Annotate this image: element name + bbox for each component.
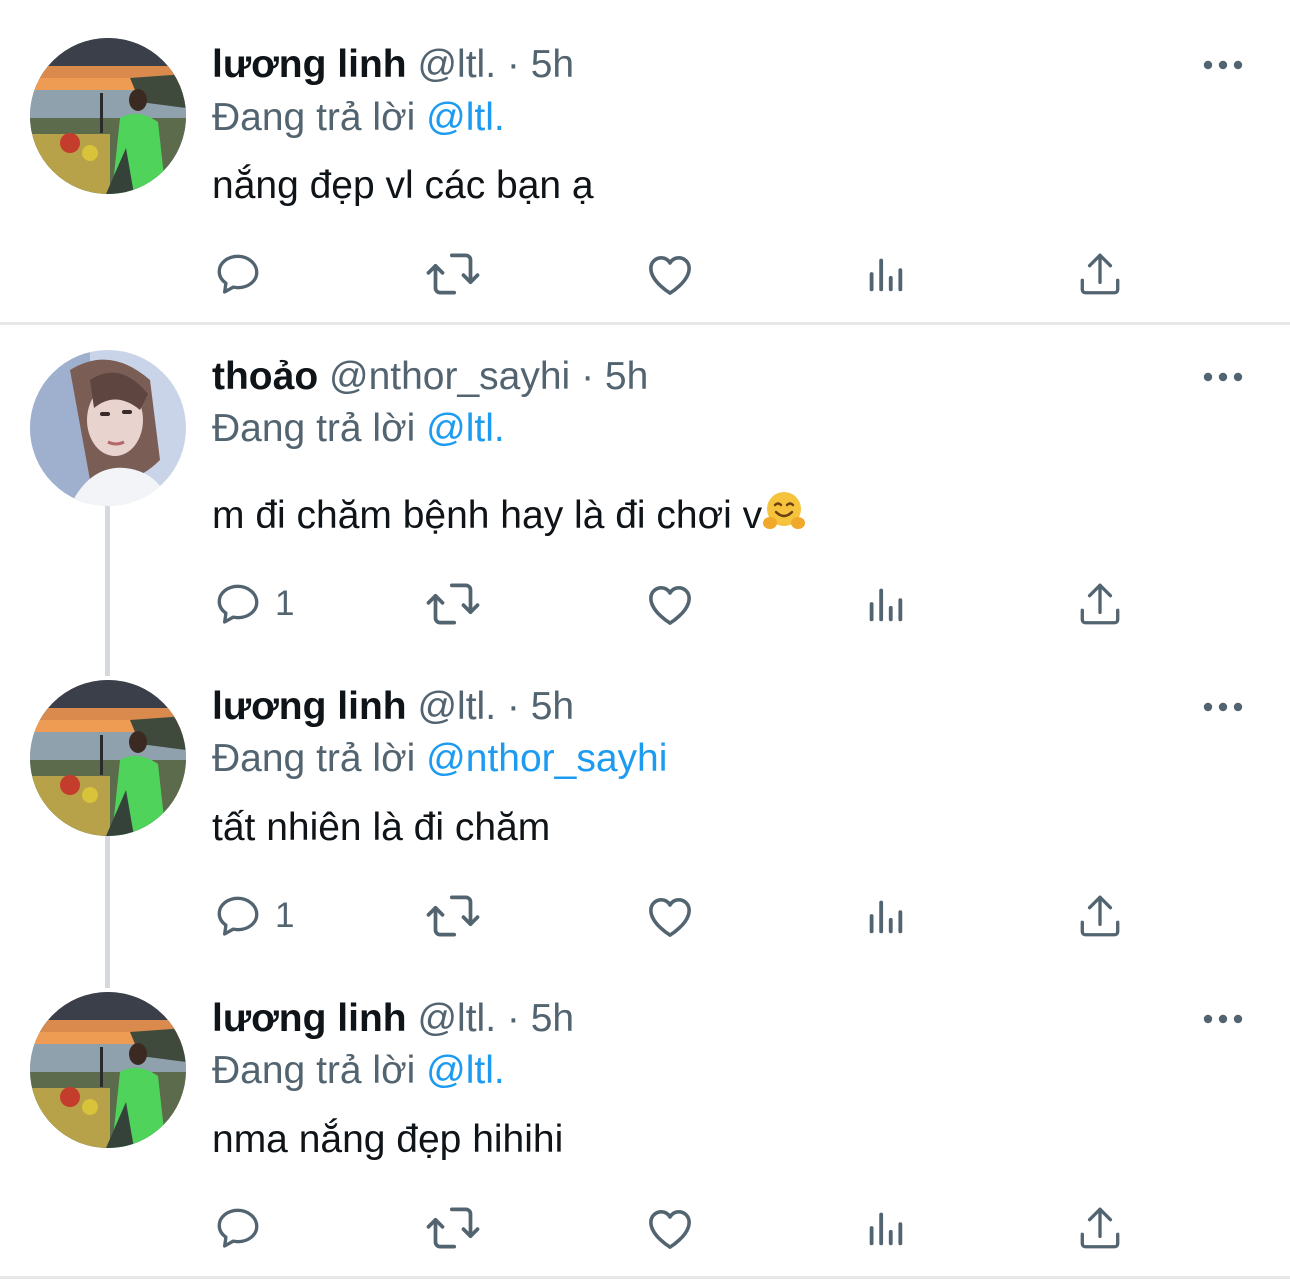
more-icon[interactable] [1200,1009,1246,1029]
reply-button[interactable]: 1 [213,574,294,634]
thread-line [105,506,110,676]
reply-count: 1 [275,896,295,935]
like-icon [643,577,697,631]
reply-count: 1 [275,584,295,623]
retweet-button[interactable] [425,886,481,946]
replying-to-label: Đang trả lời [212,96,416,139]
divider [0,1276,1290,1279]
user-name[interactable]: lương linh [212,997,407,1040]
like-button[interactable] [643,244,697,304]
user-handle[interactable]: @ltl. [417,43,496,86]
tweet-text-content: m đi chăm bệnh hay là đi chơi v [212,494,763,537]
tweet-text: tất nhiên là đi chăm [212,806,551,849]
like-icon [643,247,697,301]
retweet-button[interactable] [425,574,481,634]
user-name[interactable]: lương linh [212,43,407,86]
hugging-face-emoji-icon [763,492,806,529]
views-icon [862,579,908,629]
avatar[interactable] [30,38,186,194]
separator-dot: · [506,43,520,86]
share-icon [1075,1203,1125,1253]
timestamp[interactable]: 5h [531,685,574,728]
reply-icon [213,579,263,629]
like-icon [643,889,697,943]
replying-to-label: Đang trả lời [212,1049,416,1092]
separator-dot: · [506,685,520,728]
reply-icon [213,249,263,299]
like-icon [643,1201,697,1255]
retweet-icon [425,1200,481,1256]
share-icon [1075,249,1125,299]
timestamp[interactable]: 5h [531,43,574,86]
retweet-icon [425,888,481,944]
retweet-icon [425,576,481,632]
tweet-header: lương linh @ltl. · 5h [212,996,574,1042]
avatar[interactable] [30,350,186,506]
views-button[interactable] [862,1198,908,1258]
replying-to: Đang trả lời @ltl. [212,406,505,452]
retweet-button[interactable] [425,244,481,304]
tweet-header: lương linh @ltl. · 5h [212,42,574,88]
replying-to-label: Đang trả lời [212,407,416,450]
avatar[interactable] [30,992,186,1148]
views-button[interactable] [862,574,908,634]
views-button[interactable] [862,886,908,946]
replying-to: Đang trả lời @nthor_sayhi [212,736,667,782]
views-icon [862,1203,908,1253]
like-button[interactable] [643,574,697,634]
avatar[interactable] [30,680,186,836]
tweet-header: lương linh @ltl. · 5h [212,684,574,730]
divider [0,322,1290,325]
timestamp[interactable]: 5h [605,355,648,398]
user-handle[interactable]: @ltl. [417,997,496,1040]
mention-link[interactable]: @ltl. [426,407,505,450]
tweet-text: nma nắng đẹp hihihi [212,1118,564,1161]
reply-button[interactable] [213,1198,275,1258]
share-button[interactable] [1075,574,1125,634]
views-button[interactable] [862,244,908,304]
more-icon[interactable] [1200,55,1246,75]
share-button[interactable] [1075,1198,1125,1258]
share-button[interactable] [1075,244,1125,304]
retweet-icon [425,246,481,302]
reply-button[interactable]: 1 [213,886,294,946]
replying-to-label: Đang trả lời [212,737,416,780]
user-handle[interactable]: @ltl. [417,685,496,728]
user-name[interactable]: thoảo [212,355,318,398]
mention-link[interactable]: @ltl. [426,1049,505,1092]
views-icon [862,249,908,299]
more-icon[interactable] [1200,697,1246,717]
user-handle[interactable]: @nthor_sayhi [329,355,570,398]
share-button[interactable] [1075,886,1125,946]
more-icon[interactable] [1200,367,1246,387]
tweet-text: nắng đẹp vl các bạn ạ [212,164,594,207]
thread-line [105,836,110,988]
separator-dot: · [506,997,520,1040]
reply-button[interactable] [213,244,275,304]
user-name[interactable]: lương linh [212,685,407,728]
like-button[interactable] [643,886,697,946]
reply-icon [213,1203,263,1253]
retweet-button[interactable] [425,1198,481,1258]
separator-dot: · [581,355,595,398]
views-icon [862,891,908,941]
tweet-header: thoảo @nthor_sayhi · 5h [212,354,648,400]
replying-to: Đang trả lời @ltl. [212,95,505,141]
mention-link[interactable]: @nthor_sayhi [426,737,667,780]
replying-to: Đang trả lời @ltl. [212,1048,505,1094]
tweet-text: m đi chăm bệnh hay là đi chơi v [212,490,806,539]
timestamp[interactable]: 5h [531,997,574,1040]
mention-link[interactable]: @ltl. [426,96,505,139]
reply-icon [213,891,263,941]
like-button[interactable] [643,1198,697,1258]
share-icon [1075,579,1125,629]
share-icon [1075,891,1125,941]
